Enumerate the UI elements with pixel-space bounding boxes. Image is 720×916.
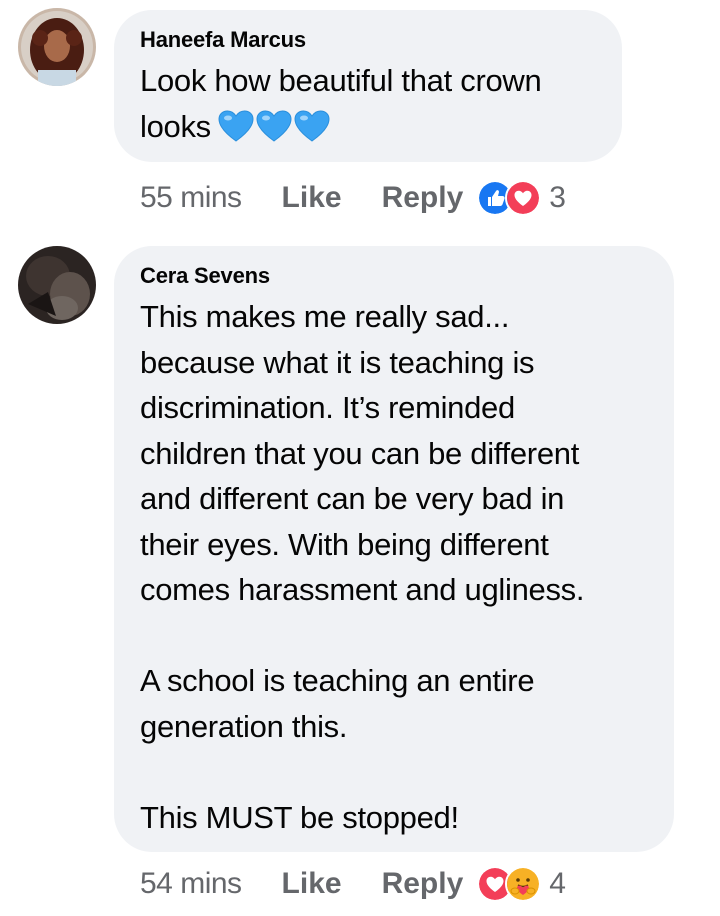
blue-heart-icon [256,109,292,142]
comment-author[interactable]: Haneefa Marcus [140,26,598,54]
comment-line: This makes me really sad... [140,299,510,334]
comment-bubble: Haneefa Marcus Look how beautiful that c… [114,10,622,162]
love-reaction-icon [505,180,542,216]
comment-paragraph: This MUST be stopped! [140,795,650,841]
reaction-count: 4 [549,867,566,900]
blue-heart-emojis [217,109,331,143]
reaction-summary[interactable]: 3 [477,180,566,216]
comment-line: because what it is teaching is [140,344,535,380]
comment-timestamp[interactable]: 54 mins [140,866,242,902]
comment-line: discrimination. It’s reminded [140,390,515,425]
avatar[interactable] [18,246,96,324]
comment-line: comes harassment and ugliness. [140,572,585,607]
blue-heart-icon [294,109,330,142]
blue-heart-icon [218,109,254,142]
comment-meta: 54 mins Like Reply 4 [140,866,566,902]
reply-button[interactable]: Reply [382,180,464,216]
care-reaction-icon [505,866,542,902]
comment-author[interactable]: Cera Sevens [140,262,650,290]
avatar-photo-icon [18,246,96,324]
avatar[interactable] [18,8,96,86]
comment-text: This makes me really sad... because what… [140,294,650,840]
comment-paragraph: A school is teaching an entire generatio… [140,658,650,749]
comment-line: This MUST be stopped! [140,799,459,835]
comment-line: generation this. [140,708,348,744]
reaction-count: 3 [549,181,566,214]
avatar-photo-icon [18,8,96,86]
comment-meta: 55 mins Like Reply 3 [140,180,566,216]
comment-line: A school is teaching an entire [140,663,535,698]
reply-button[interactable]: Reply [382,866,464,902]
reaction-summary[interactable]: 4 [477,866,566,902]
comment-line: Look how beautiful that crown [140,63,542,98]
comment-cera-sevens: Cera Sevens This makes me really sad... … [0,230,720,916]
comment-text: Look how beautiful that crown looks [140,58,598,149]
like-button[interactable]: Like [282,866,342,902]
comment-line: looks [140,108,211,144]
comment-haneefa-marcus: Haneefa Marcus Look how beautiful that c… [0,0,720,230]
like-button[interactable]: Like [282,180,342,216]
comment-line: and different can be very bad in [140,481,565,516]
comment-paragraph: This makes me really sad... because what… [140,294,650,613]
comment-timestamp[interactable]: 55 mins [140,180,242,216]
comment-line: their eyes. With being different [140,526,549,562]
comment-line: children that you can be different [140,435,580,471]
comment-bubble: Cera Sevens This makes me really sad... … [114,246,674,852]
